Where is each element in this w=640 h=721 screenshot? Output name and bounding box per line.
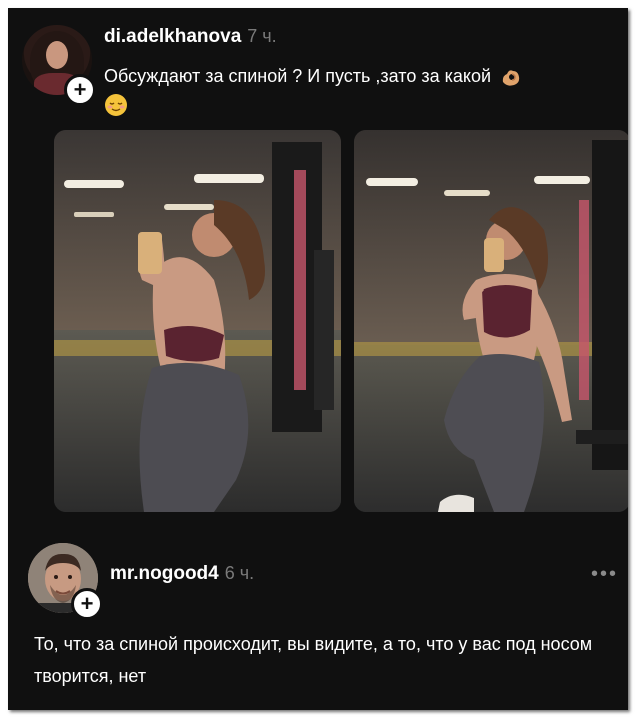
author-username-text[interactable]: di.adelkhanova bbox=[104, 26, 241, 47]
post: + di.adelkhanova 7 ч. Обсуждают за спиной… bbox=[8, 8, 628, 528]
reply-username-text[interactable]: mr.nogood4 bbox=[110, 563, 219, 584]
post-caption: Обсуждают за спиной ? И пусть ,зато за к… bbox=[104, 62, 604, 118]
gym-photo-illustration bbox=[54, 130, 341, 512]
gym-photo-illustration bbox=[354, 130, 628, 512]
reply-text: То, что за спиной происходит, вы видите,… bbox=[34, 634, 593, 686]
author-username[interactable]: di.adelkhanova 7 ч. bbox=[104, 26, 277, 48]
reply-time: 6 ч. bbox=[224, 563, 255, 583]
reply-author-username[interactable]: mr.nogood4 6 ч. bbox=[110, 563, 254, 585]
relieved-face-icon bbox=[105, 94, 127, 117]
post-caption-text: Обсуждают за спиной ? И пусть ,зато за к… bbox=[104, 66, 492, 86]
more-options-icon[interactable]: ••• bbox=[591, 564, 618, 584]
post-photo-front-pose[interactable] bbox=[354, 130, 628, 512]
post-time: 7 ч. bbox=[247, 26, 277, 46]
thread-frame: + di.adelkhanova 7 ч. Обсуждают за спиной… bbox=[8, 8, 628, 710]
follow-author-button[interactable]: + bbox=[64, 74, 96, 106]
ok-hand-icon bbox=[502, 70, 520, 86]
follow-reply-author-button[interactable]: + bbox=[71, 588, 103, 620]
post-photo-back-pose[interactable] bbox=[54, 130, 341, 512]
